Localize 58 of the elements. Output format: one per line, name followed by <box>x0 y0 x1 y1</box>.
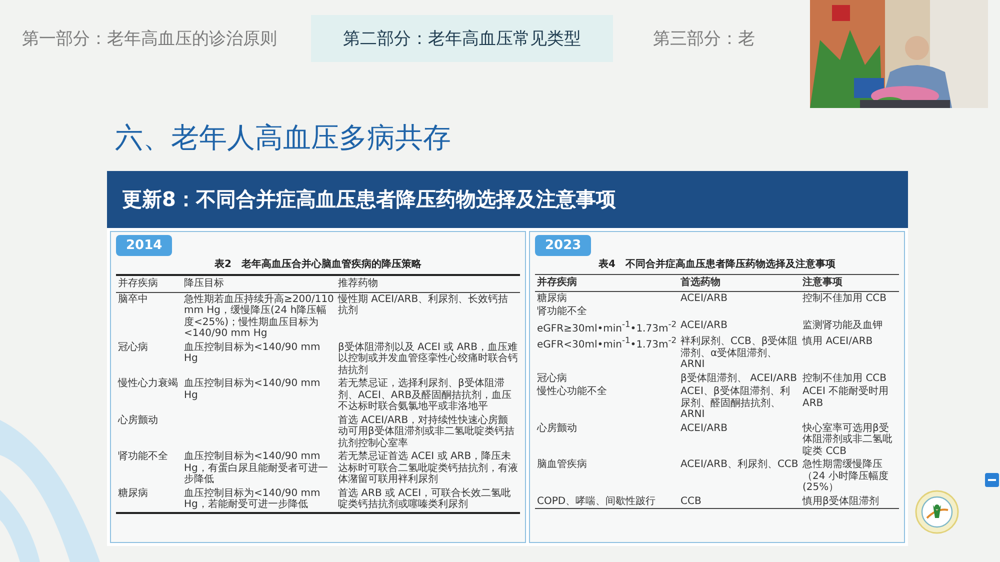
table-cell-text: ACEI/ARB、利尿剂、CCB <box>680 458 800 472</box>
table-cell-text: 脑血管疾病 <box>536 458 588 472</box>
column-header: 并存疾病 <box>116 275 182 292</box>
slide-banner: 更新8：不同合并症高血压患者降压药物选择及注意事项 <box>107 171 908 228</box>
slide-heading: 六、老年人高血压多病共存 <box>115 120 451 156</box>
logo-icon <box>915 490 959 534</box>
table-cell-text: eGFR≥30ml•min$^{-1}$•1.73m$^{-2}$ <box>536 318 678 336</box>
year-badge: 2014 <box>116 235 172 256</box>
table-cell: COPD、哮喘、间歇性跛行 <box>535 494 679 509</box>
section-tab[interactable]: 第三部分：老 <box>631 15 777 62</box>
table-cell-text: ACEI、β受体阻滞剂、利尿剂、醛固酮拮抗剂、ARNI <box>680 385 791 422</box>
table-cell-text: 慢性心功能不全 <box>536 385 608 400</box>
table-cell: 监测肾功能及血钾 <box>800 318 899 336</box>
column-header: 降压目标 <box>182 275 336 292</box>
table-cell-text: 首选 ACEI/ARB，对持续性快速心房颤动可用β受体阻滞剂或非二氢吡啶类钙拮抗剂控制心室率 <box>337 414 516 450</box>
table-cell-text: 血压控制目标为<140/90 mm Hg，有蛋白尿且能耐受者可进一步降低 <box>183 450 329 486</box>
table-cell: 心房颤动 <box>535 422 679 458</box>
table-cell: 糖尿病 <box>535 291 679 305</box>
table-cell-text: eGFR<30ml•min$^{-1}$•1.73m$^{-2}$ <box>536 335 678 353</box>
table-cell: 脑卒中 <box>116 292 182 340</box>
table-cell: ACEI/ARB <box>678 291 801 305</box>
column-header: 推荐药物 <box>336 275 520 292</box>
table-cell: 糖尿病 <box>116 486 182 512</box>
table-cell-text: 肾功能不全 <box>536 305 588 318</box>
column-header: 并存疾病 <box>535 274 679 291</box>
table-cell: ACEI/ARB <box>678 422 801 458</box>
table-cell: 冠心病 <box>535 372 679 386</box>
column-header: 首选药物 <box>678 274 801 291</box>
table-cell: CCB <box>678 494 801 509</box>
table-cell: 控制不佳加用 CCB <box>800 291 899 305</box>
table-cell: 慢性期 ACEI/ARB、利尿剂、长效钙拮抗剂 <box>336 292 520 340</box>
table-cell: ACEI/ARB <box>678 318 801 336</box>
table-cell-text: 控制不佳加用 CCB <box>802 372 888 386</box>
column-header: 注意事项 <box>800 274 899 291</box>
table-cell-text: 急性期需缓慢降压（24 小时降压幅度(25%） <box>802 458 890 495</box>
table-cell-text: ACEI 不能耐受时用 ARB <box>802 385 890 411</box>
section-tab[interactable]: 第二部分：老年高血压常见类型 <box>311 15 613 62</box>
table-title: 表4 不同合并症高血压患者降压药物选择及注意事项 <box>598 257 836 271</box>
table-cell: 慎用β受体阻滞剂 <box>800 494 899 509</box>
table-cell-text: 快心室率可选用β受体阻滞剂或非二氢吡啶类 CCB <box>801 422 894 458</box>
table-title: 表2 老年高血压合并心脑血管疾病的降压策略 <box>214 257 422 271</box>
table-cell-text: 血压控制目标为<140/90 mm Hg <box>183 340 322 366</box>
table-cell-text: 冠心病 <box>117 340 149 354</box>
table-cell: 血压控制目标为<140/90 mm Hg，若能耐受可进一步降低 <box>182 486 336 512</box>
table-cell-text: 若无禁忌证，选择利尿剂、β受体阻滞剂、ACEI、ARB及醛固酮拮抗剂，血压不达标时联合氨氯地平或非洛地平 <box>337 377 513 414</box>
minus-icon[interactable] <box>985 473 999 487</box>
table-cell-text: β受体阻滞剂以及 ACEI 或 ARB，血压难以控制或并发血管痉挛性心绞痛时联合钙拮抗剂 <box>337 340 519 377</box>
table-cell-text: 慢性心力衰竭 <box>116 377 179 391</box>
table-cell-text: 若无禁忌证首选 ACEI 或 ARB，降压未达标时可联合二氢吡啶类钙拮抗剂，有液体潴留可联用袢利尿剂 <box>337 450 519 486</box>
table-cell-text: β受体阻滞剂、 ACEI/ARB <box>680 372 798 386</box>
table-cell-text: 慎用 ACEI/ARB <box>801 335 874 350</box>
table-cell: 首选 ARB 或 ACEI，可联合长效二氢吡啶类钙拮抗剂或噻嗪类利尿剂 <box>336 486 520 512</box>
table-cell-text: 肾功能不全 <box>117 450 169 464</box>
table-cell-text: 心房颤动 <box>116 414 159 428</box>
table-cell-text: 血压控制目标为<140/90 mm Hg <box>183 377 322 402</box>
year-badge: 2023 <box>535 235 592 256</box>
section-tab[interactable]: 第一部分：老年高血压的诊治原则 <box>0 15 299 62</box>
table-cell: 急性期若血压持续升高≥200/110 mm Hg，缓慢降压(24 h降压幅度<25%)；慢性期血压目标为<140/90 mm Hg <box>182 292 336 340</box>
